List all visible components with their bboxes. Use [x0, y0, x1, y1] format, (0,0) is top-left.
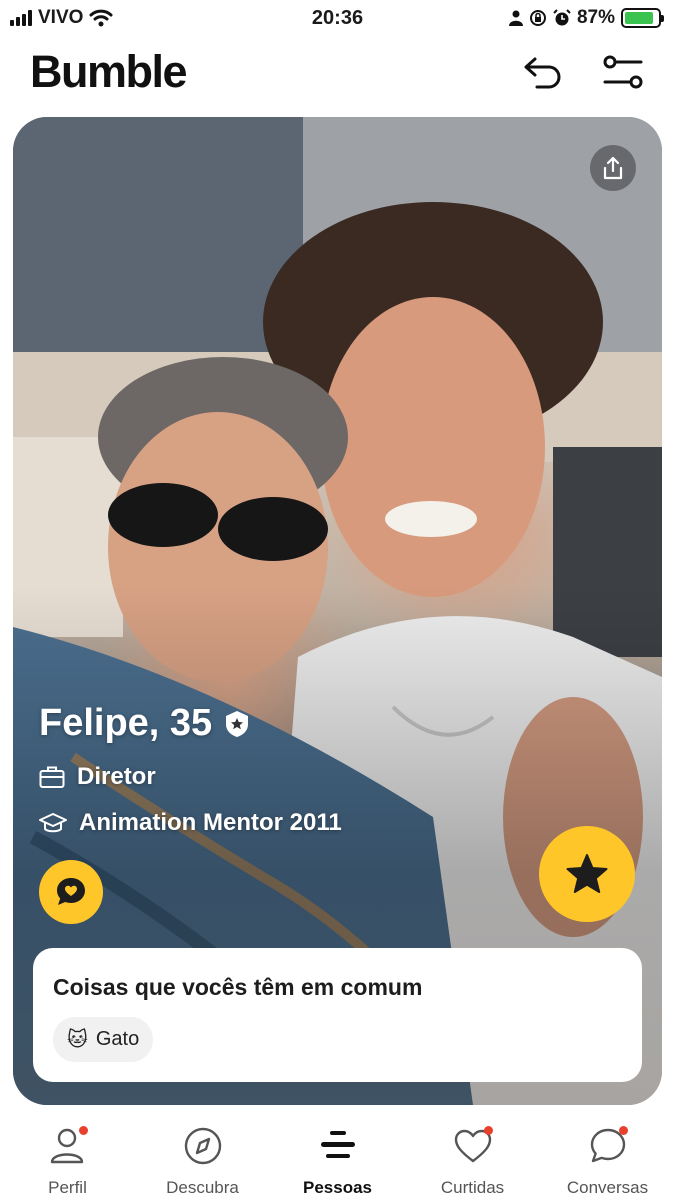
interest-label: Gato [95, 1028, 140, 1050]
alarm-icon [553, 9, 571, 26]
common-interests-box: Coisas que vocês têm em comum 🐱 Gato [33, 948, 642, 1082]
nav-item-perfil[interactable]: Perfil [3, 1124, 133, 1198]
nav-item-descubra[interactable]: Descubra [138, 1124, 268, 1198]
status-left: VIVO [10, 7, 113, 29]
undo-button[interactable] [521, 50, 565, 94]
education-text: Animation Mentor 2011 [79, 809, 342, 836]
nav-item-pessoas[interactable]: Pessoas [273, 1124, 403, 1198]
status-right: 87% [508, 7, 664, 29]
nav-icon-wrap [181, 1124, 225, 1168]
verified-badge-icon [226, 710, 249, 737]
signal-icon [10, 10, 32, 26]
nav-item-curtidas[interactable]: Curtidas [408, 1124, 538, 1198]
compass-icon [184, 1127, 221, 1165]
notification-dot [78, 1126, 88, 1135]
graduation-cap-icon [39, 813, 67, 833]
interest-chip[interactable]: 🐱 Gato [53, 1017, 154, 1062]
wifi-icon [89, 9, 113, 27]
nav-item-conversas[interactable]: Conversas [543, 1124, 673, 1198]
star-icon [566, 854, 608, 893]
header-actions [521, 50, 645, 94]
share-icon [603, 156, 623, 180]
battery-charging-icon [621, 8, 664, 28]
notification-dot [483, 1126, 493, 1135]
carrier-label: VIVO [38, 7, 84, 28]
filter-settings-icon [603, 55, 643, 89]
bottom-nav: Perfil Descubra Pessoas Curtidas Convers… [0, 1110, 675, 1200]
nav-icon-wrap [316, 1124, 360, 1168]
lock-rotation-icon [529, 10, 546, 26]
bumble-logo: Bumble [30, 46, 188, 97]
compliment-heart-bubble-icon [57, 878, 85, 905]
profile-info: Felipe, 35 Diretor Animation Mentor 2011 [39, 702, 342, 837]
cat-emoji-icon: 🐱 [67, 1029, 88, 1051]
common-interests-title: Coisas que vocês têm em comum [53, 974, 423, 1000]
status-bar: VIVO 20:36 87% [0, 0, 675, 36]
share-button[interactable] [590, 145, 636, 191]
nav-label: Curtidas [440, 1178, 505, 1197]
nav-label: Pessoas [303, 1178, 372, 1197]
filter-button[interactable] [601, 50, 645, 94]
job-text: Diretor [77, 763, 156, 790]
compliment-button[interactable] [39, 860, 103, 924]
superswipe-button[interactable] [539, 826, 635, 922]
education-row: Animation Mentor 2011 [39, 809, 342, 837]
nav-icon-wrap [586, 1124, 630, 1168]
notification-dot [618, 1126, 628, 1135]
nav-label: Perfil [48, 1178, 87, 1197]
nav-icon-wrap [46, 1124, 90, 1168]
job-row: Diretor [39, 763, 342, 791]
profile-name-age: Felipe, 35 [39, 702, 213, 744]
battery-percent: 87% [576, 7, 615, 28]
app-header: Bumble [0, 40, 675, 104]
nav-icon-wrap [451, 1124, 495, 1168]
profile-card[interactable]: Felipe, 35 Diretor Animation Mentor 2011 [13, 117, 662, 1105]
stack-icon [320, 1131, 355, 1158]
nav-label: Descubra [166, 1178, 239, 1197]
briefcase-icon [39, 766, 65, 788]
undo-icon [524, 57, 561, 89]
name-row: Felipe, 35 [39, 702, 342, 745]
person-icon [508, 10, 523, 26]
battery-level-fill [625, 12, 653, 24]
nav-label: Conversas [566, 1178, 649, 1197]
